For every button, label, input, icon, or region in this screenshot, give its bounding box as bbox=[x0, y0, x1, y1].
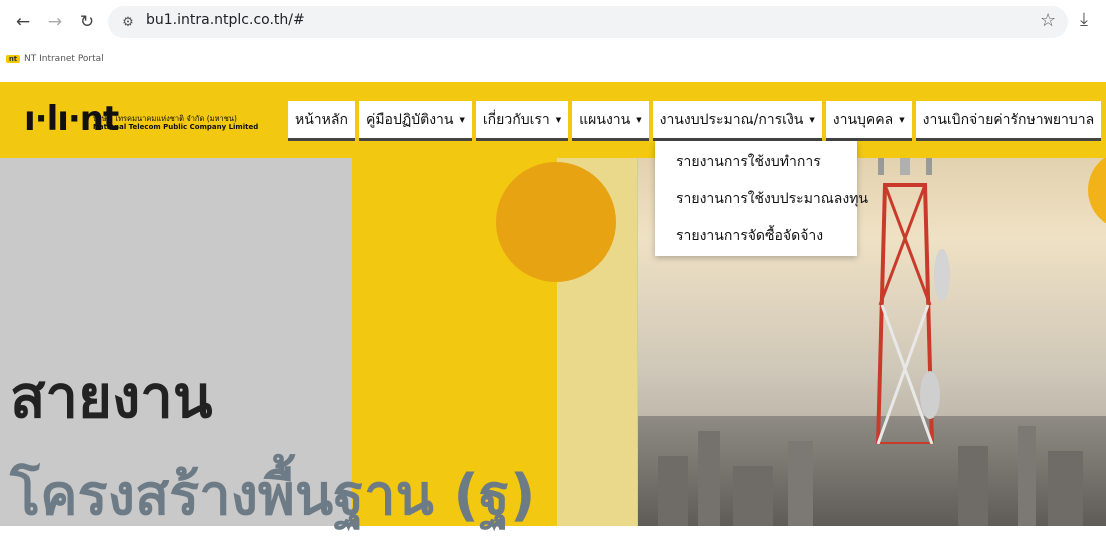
bookmark-label: NT Intranet Portal bbox=[24, 54, 104, 64]
bookmarks-bar: nt NT Intranet Portal bbox=[0, 44, 1106, 76]
menu-budget-finance[interactable]: งานงบประมาณ/การเงิน ▼ bbox=[652, 101, 822, 141]
menu-personnel[interactable]: งานบุคคล ▼ bbox=[825, 101, 912, 141]
caret-down-icon: ▼ bbox=[809, 115, 815, 124]
dropdown-item-procurement[interactable]: รายงานการจัดซื้อจัดจ้าง bbox=[676, 225, 823, 247]
menu-manual-label: คู่มือปฏิบัติงาน bbox=[365, 111, 454, 128]
caret-down-icon: ▼ bbox=[459, 115, 465, 124]
site-settings-icon[interactable]: ⚙ bbox=[118, 12, 138, 32]
download-icon[interactable]: ⤓ bbox=[1080, 9, 1088, 30]
main-menu: หน้าหลัก คู่มือปฏิบัติงาน ▼ เกี่ยวกับเรา ▼… bbox=[288, 101, 1102, 141]
menu-home-label: หน้าหลัก bbox=[295, 111, 348, 128]
hero-title: สายงาน bbox=[10, 363, 213, 431]
menu-home[interactable]: หน้าหลัก bbox=[288, 101, 355, 141]
caret-down-icon: ▼ bbox=[555, 115, 562, 124]
url-text[interactable]: bu1.intra.ntplc.co.th/# bbox=[146, 12, 305, 28]
bookmark-nt-intranet[interactable]: nt NT Intranet Portal bbox=[6, 54, 104, 64]
menu-plan-label: แผนงาน bbox=[579, 111, 631, 128]
menu-budget-finance-label: งานงบประมาณ/การเงิน bbox=[659, 111, 804, 128]
reload-icon[interactable]: ↻ bbox=[76, 11, 98, 33]
nt-favicon-icon: nt bbox=[6, 55, 20, 63]
menu-about[interactable]: เกี่ยวกับเรา ▼ bbox=[475, 101, 569, 141]
menu-personnel-label: งานบุคคล bbox=[832, 111, 894, 128]
hero-orange-circle bbox=[496, 162, 616, 282]
back-icon[interactable]: ← bbox=[12, 11, 34, 33]
menu-medical-label: งานเบิกจ่ายค่ารักษาพยาบาล bbox=[922, 111, 1095, 128]
caret-down-icon: ▼ bbox=[636, 115, 642, 124]
nt-logo[interactable]: ı·lı·nt บริษัท โทรคมนาคมแห่งชาติ จำกัด (… bbox=[24, 99, 274, 145]
dropdown-item-operating-budget[interactable]: รายงานการใช้งบทำการ bbox=[676, 151, 821, 173]
forward-icon[interactable]: → bbox=[44, 11, 66, 33]
budget-dropdown: รายงานการใช้งบทำการ รายงานการใช้งบประมาณ… bbox=[655, 141, 868, 256]
bookmark-star-icon[interactable]: ☆ bbox=[1040, 10, 1056, 31]
dropdown-item-investment-budget[interactable]: รายงานการใช้งบประมาณลงทุน bbox=[676, 188, 868, 210]
menu-manual[interactable]: คู่มือปฏิบัติงาน ▼ bbox=[358, 101, 472, 141]
menu-about-label: เกี่ยวกับเรา bbox=[482, 111, 550, 128]
caret-down-icon: ▼ bbox=[899, 115, 905, 124]
menu-medical[interactable]: งานเบิกจ่ายค่ารักษาพยาบาล bbox=[915, 101, 1102, 141]
logo-company-en: National Telecom Public Company Limited bbox=[93, 123, 259, 131]
menu-plan[interactable]: แผนงาน ▼ bbox=[572, 101, 649, 141]
browser-toolbar: ← → ↻ ⚙ bu1.intra.ntplc.co.th/# ☆ ⤓ bbox=[0, 0, 1106, 45]
